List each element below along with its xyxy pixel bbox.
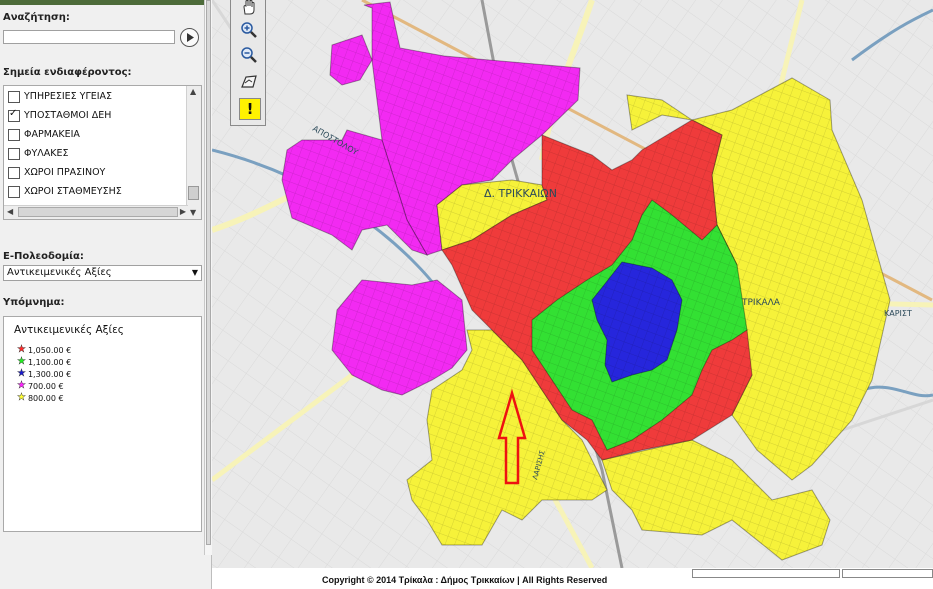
legend-item: ★ 1,100.00 € [17, 356, 72, 367]
poi-item[interactable]: ΥΠΟΣΤΑΘΜΟΙ ΔΕΗ [4, 106, 188, 125]
legend-item: ★ 1,050.00 € [17, 344, 72, 355]
zoom-out-icon [241, 47, 257, 63]
map-svg: Δ. ΤΡΙΚΚΑΙΩΝ ΑΠΟΣΤΟΛΟΥ ΤΡΙΚΑΛΑ ΚΑΡΙΣΤ ΛΑ… [212, 0, 933, 568]
map-label-road-east: ΚΑΡΙΣΤ [884, 309, 912, 318]
poi-list-scroll-thumb[interactable] [188, 186, 199, 200]
legend-item: ★ 700.00 € [17, 380, 64, 391]
map-label-city: ΤΡΙΚΑΛΑ [741, 298, 781, 308]
poi-item[interactable]: ΧΩΡΟΙ ΣΤΑΘΜΕΥΣΗΣ [4, 182, 188, 201]
map-toolbar: ! [230, 0, 266, 126]
poi-checkbox[interactable] [8, 128, 20, 141]
poi-item-label: ΦΥΛΑΚΕΣ [24, 148, 69, 159]
poi-list: ΥΠΗΡΕΣΙΕΣ ΥΓΕΙΑΣ ΥΠΟΣΤΑΘΜΟΙ ΔΕΗ ΦΑΡΜΑΚΕΙΑ Φ… [3, 85, 202, 220]
star-icon: ★ [17, 356, 26, 367]
scroll-left-icon[interactable]: ◀ [7, 206, 13, 218]
search-label: Αναζήτηση: [3, 12, 70, 23]
poi-checkbox[interactable] [8, 147, 20, 160]
planning-selected-value: Αντικειμενικές Αξίες [7, 267, 112, 278]
map-label-district: Δ. ΤΡΙΚΚΑΙΩΝ [484, 187, 557, 200]
poi-item[interactable]: ΧΩΡΟΙ ΠΡΑΣΙΝΟΥ [4, 163, 188, 182]
poi-item-label: ΥΠΗΡΕΣΙΕΣ ΥΓΕΙΑΣ [24, 91, 113, 102]
search-input[interactable] [3, 30, 175, 44]
zoom-in-button[interactable] [238, 19, 260, 41]
poi-item[interactable]: ΥΠΗΡΕΣΙΕΣ ΥΓΕΙΑΣ [4, 87, 188, 106]
panel-scrollbar[interactable] [204, 0, 212, 555]
poi-checkbox[interactable] [8, 166, 20, 179]
legend-item: ★ 800.00 € [17, 392, 64, 403]
panel-scroll-thumb[interactable] [206, 0, 211, 545]
sidebar-panel: Αναζήτηση: Σημεία ενδιαφέροντος: ΥΠΗΡΕΣΙ… [0, 0, 212, 589]
poi-item-label: ΧΩΡΟΙ ΠΡΑΣΙΝΟΥ [24, 167, 106, 178]
info-button[interactable]: ! [239, 98, 261, 120]
pan-hand-icon [243, 0, 255, 15]
scroll-right-icon[interactable]: ▶ [180, 206, 186, 218]
planning-label: Ε-Πολεοδομία: [3, 251, 84, 262]
poi-list-hscroll-thumb[interactable] [18, 207, 178, 217]
poi-checkbox[interactable] [8, 185, 20, 198]
poi-item-label: ΥΠΟΣΤΑΘΜΟΙ ΔΕΗ [24, 110, 112, 121]
poi-label: Σημεία ενδιαφέροντος: [3, 67, 132, 78]
map-canvas[interactable]: Δ. ΤΡΙΚΚΑΙΩΝ ΑΠΟΣΤΟΛΟΥ ΤΡΙΚΑΛΑ ΚΑΡΙΣΤ ΛΑ… [212, 0, 933, 568]
coordinate-readout [842, 569, 933, 578]
copyright-text: Copyright © 2014 Τρίκαλα : Δήμος Τρικκαί… [322, 575, 608, 585]
poi-item-label: ΧΩΡΟΙ ΣΤΑΘΜΕΥΣΗΣ [24, 186, 122, 197]
legend-item-label: 1,100.00 € [27, 357, 72, 367]
star-icon: ★ [17, 368, 26, 379]
legend-label: Υπόμνημα: [3, 297, 65, 308]
poi-checkbox[interactable] [8, 108, 20, 122]
play-circle-icon [187, 33, 194, 42]
legend-item-label: 700.00 € [27, 381, 64, 391]
poi-item[interactable]: ΦΑΡΜΑΚΕΙΑ [4, 125, 188, 144]
legend-title: Αντικειμενικές Αξίες [14, 324, 124, 336]
poi-list-vertical-scrollbar[interactable]: ▲ ▼ [186, 86, 201, 219]
zoom-in-icon [241, 22, 257, 38]
star-icon: ★ [17, 344, 26, 355]
poi-list-horizontal-scrollbar[interactable]: ◀ ▶ [4, 205, 188, 219]
scroll-down-icon[interactable]: ▼ [190, 207, 196, 219]
chevron-down-icon: ▼ [191, 268, 198, 277]
star-icon: ★ [17, 392, 26, 403]
legend-box: Αντικειμενικές Αξίες ★ 1,050.00 € ★ 1,100.0… [3, 316, 202, 532]
header-image-strip [0, 0, 212, 5]
legend-item-label: 800.00 € [27, 393, 64, 403]
legend-item-label: 1,050.00 € [27, 345, 72, 355]
full-extent-button[interactable] [238, 71, 260, 93]
search-go-button[interactable] [180, 28, 199, 47]
poi-item-label: ΦΑΡΜΑΚΕΙΑ [24, 129, 80, 140]
scale-indicator [692, 569, 840, 578]
poi-checkbox[interactable] [8, 90, 20, 103]
scroll-up-icon[interactable]: ▲ [190, 86, 196, 98]
legend-item-label: 1,300.00 € [27, 369, 72, 379]
legend-item: ★ 1,300.00 € [17, 368, 72, 379]
full-extent-icon [241, 75, 257, 88]
poi-item[interactable]: ΦΥΛΑΚΕΣ [4, 144, 188, 163]
planning-layer-select[interactable]: Αντικειμενικές Αξίες ▼ [3, 265, 202, 281]
zoom-out-button[interactable] [238, 44, 260, 66]
star-icon: ★ [17, 380, 26, 391]
pan-tool-button[interactable] [238, 0, 260, 18]
info-icon: ! [246, 100, 254, 118]
